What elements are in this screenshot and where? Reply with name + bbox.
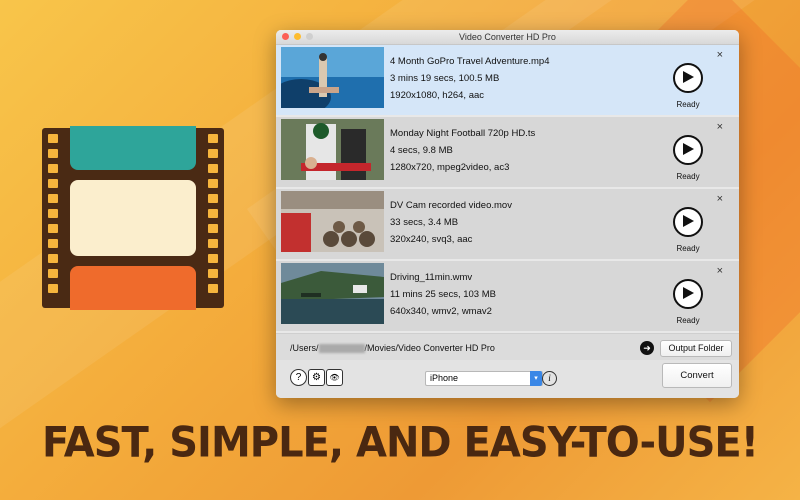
chevron-down-icon: ▾ [530, 371, 542, 386]
film-frame-teal [70, 126, 196, 170]
redacted-username [318, 344, 365, 354]
play-icon [683, 71, 694, 83]
preview-eye-icon[interactable]: 👁 [326, 369, 343, 386]
output-folder-button[interactable]: Output Folder [660, 340, 732, 357]
video-duration-size: 4 secs, 9.8 MB [390, 145, 453, 156]
video-row[interactable]: Monday Night Football 720p HD.ts 4 secs,… [276, 117, 739, 189]
status-label: Ready [676, 316, 700, 325]
video-name: DV Cam recorded video.mov [390, 200, 512, 211]
video-thumbnail [281, 191, 384, 252]
video-thumbnail [281, 119, 384, 180]
info-icon[interactable]: i [542, 371, 557, 386]
output-path-prefix: /Users/ [290, 343, 319, 353]
convert-button[interactable]: Convert [662, 363, 732, 388]
video-duration-size: 11 mins 25 secs, 103 MB [390, 289, 496, 300]
remove-video-icon[interactable]: × [717, 49, 723, 61]
gear-icon[interactable]: ⚙ [308, 369, 325, 386]
status-label: Ready [676, 172, 700, 181]
zoom-window-button[interactable] [306, 33, 313, 40]
video-info: Monday Night Football 720p HD.ts 4 secs,… [390, 125, 535, 176]
reveal-folder-arrow-icon[interactable]: ➜ [640, 341, 654, 355]
window-controls [282, 33, 313, 40]
status-label: Ready [676, 100, 700, 109]
output-path: /Users/ /Movies/Video Converter HD Pro [290, 343, 495, 354]
video-name: Monday Night Football 720p HD.ts [390, 128, 536, 139]
video-specs: 1280x720, mpeg2video, ac3 [390, 162, 510, 173]
video-row[interactable]: Driving_11min.wmv 11 mins 25 secs, 103 M… [276, 261, 739, 333]
film-strip-logo [42, 126, 224, 310]
video-row[interactable]: DV Cam recorded video.mov 33 secs, 3.4 M… [276, 189, 739, 261]
video-specs: 1920x1080, h264, aac [390, 90, 485, 101]
video-duration-size: 3 mins 19 secs, 100.5 MB [390, 73, 500, 84]
title-bar: Video Converter HD Pro [276, 30, 739, 45]
play-icon [683, 287, 694, 299]
play-button[interactable] [673, 135, 703, 165]
video-name: 4 Month GoPro Travel Adventure.mp4 [390, 56, 550, 67]
headline-text: FAST, SIMPLE, AND EASY-TO-USE! [42, 418, 759, 468]
video-row[interactable]: 4 Month GoPro Travel Adventure.mp4 3 min… [276, 45, 739, 117]
film-frame-cream [70, 180, 196, 256]
status-label: Ready [676, 244, 700, 253]
play-icon [683, 215, 694, 227]
film-frame-orange [70, 266, 196, 310]
minimize-window-button[interactable] [294, 33, 301, 40]
remove-video-icon[interactable]: × [717, 121, 723, 133]
remove-video-icon[interactable]: × [717, 193, 723, 205]
play-icon [683, 143, 694, 155]
output-path-bar: /Users//Movies/Video Converter HD Pro ➜ … [276, 333, 739, 360]
video-list: 4 Month GoPro Travel Adventure.mp4 3 min… [276, 45, 739, 333]
sprocket-column-right [208, 134, 218, 299]
video-thumbnail [281, 47, 384, 108]
device-select-value: iPhone [430, 373, 459, 383]
play-button[interactable] [673, 279, 703, 309]
play-button[interactable] [673, 207, 703, 237]
device-select[interactable]: iPhone ▾ [425, 371, 543, 386]
video-info: Driving_11min.wmv 11 mins 25 secs, 103 M… [390, 269, 496, 320]
video-specs: 320x240, svq3, aac [390, 234, 473, 245]
sprocket-column-left [48, 134, 58, 299]
close-window-button[interactable] [282, 33, 289, 40]
video-name: Driving_11min.wmv [390, 272, 473, 283]
video-thumbnail [281, 263, 384, 324]
video-specs: 640x340, wmv2, wmav2 [390, 306, 492, 317]
play-button[interactable] [673, 63, 703, 93]
bottom-toolbar: ? ⚙ 👁 iPhone ▾ i Convert [276, 360, 739, 398]
remove-video-icon[interactable]: × [717, 265, 723, 277]
video-info: DV Cam recorded video.mov 33 secs, 3.4 M… [390, 197, 512, 248]
video-duration-size: 33 secs, 3.4 MB [390, 217, 459, 228]
video-info: 4 Month GoPro Travel Adventure.mp4 3 min… [390, 53, 549, 104]
window-title: Video Converter HD Pro [459, 32, 556, 42]
app-window: Video Converter HD Pro 4 Month GoPro Tra… [276, 30, 739, 398]
output-path-suffix: /Movies/Video Converter HD Pro [364, 343, 495, 353]
help-icon[interactable]: ? [290, 369, 307, 386]
